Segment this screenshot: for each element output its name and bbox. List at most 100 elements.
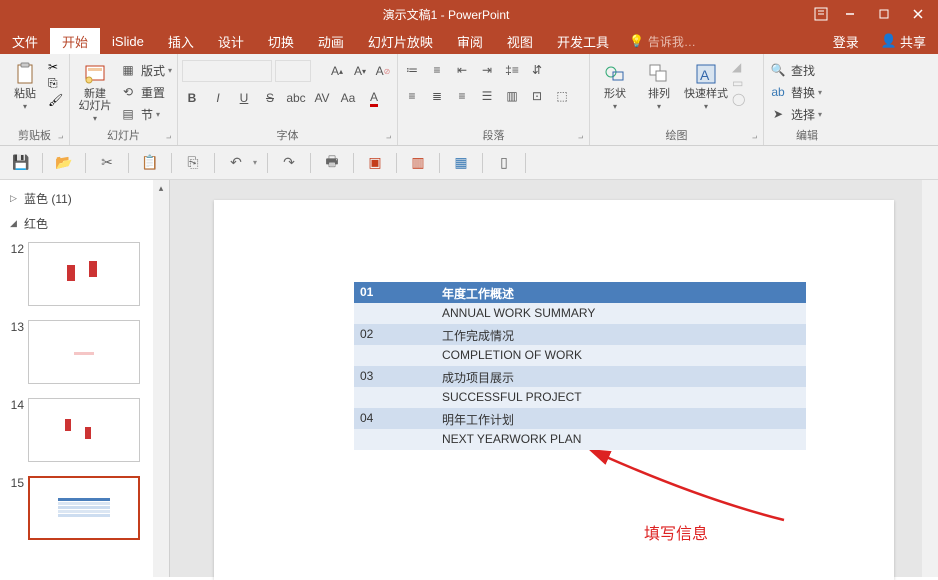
tab-home[interactable]: 开始 bbox=[50, 28, 100, 54]
new-slide-button[interactable]: 新建 幻灯片 ▾ bbox=[74, 60, 116, 125]
save-button[interactable]: 💾 bbox=[10, 152, 32, 174]
line-spacing-button[interactable]: ‡≡ bbox=[502, 60, 522, 80]
group-drawing-label: 绘图 bbox=[594, 125, 759, 145]
layout-icon: ▦ bbox=[118, 60, 138, 80]
canvas-scrollbar[interactable] bbox=[922, 180, 938, 577]
qat-copy-button[interactable]: ⎘ bbox=[182, 152, 204, 174]
clear-format-button[interactable]: A⊘ bbox=[373, 61, 393, 81]
section-button[interactable]: ▤节▾ bbox=[118, 104, 172, 124]
qat-paste-button[interactable]: 📋 bbox=[139, 152, 161, 174]
justify-button[interactable]: ☰ bbox=[477, 86, 497, 106]
section-red[interactable]: ◢红色 bbox=[4, 211, 150, 236]
scroll-up-icon[interactable]: ▴ bbox=[153, 180, 169, 196]
slide-canvas[interactable]: 01年度工作概述 ANNUAL WORK SUMMARY 02工作完成情况 CO… bbox=[214, 200, 894, 580]
shrink-font-button[interactable]: A▾ bbox=[350, 61, 370, 81]
shapes-button[interactable]: 形状▾ bbox=[594, 60, 636, 113]
normal-view-button[interactable]: ▥ bbox=[407, 152, 429, 174]
font-size-select[interactable] bbox=[275, 60, 311, 82]
align-center-button[interactable]: ≣ bbox=[427, 86, 447, 106]
indent-decrease-button[interactable]: ⇤ bbox=[452, 60, 472, 80]
close-button[interactable] bbox=[902, 3, 934, 25]
section-icon: ▤ bbox=[118, 104, 138, 124]
thumbs-scrollbar[interactable]: ▴ bbox=[153, 180, 169, 577]
slide-thumb-12[interactable]: 12 bbox=[6, 242, 148, 306]
from-current-button[interactable]: ▯ bbox=[493, 152, 515, 174]
strike-button[interactable]: S bbox=[260, 88, 280, 108]
layout-button[interactable]: ▦版式▾ bbox=[118, 60, 172, 80]
tell-me-search[interactable]: 💡 告诉我… bbox=[621, 33, 704, 50]
maximize-button[interactable] bbox=[868, 3, 900, 25]
bold-button[interactable]: B bbox=[182, 88, 202, 108]
login-button[interactable]: 登录 bbox=[821, 32, 871, 51]
qat-cut-button[interactable]: ✂ bbox=[96, 152, 118, 174]
share-button[interactable]: 👤 共享 bbox=[875, 32, 932, 51]
quickstyle-button[interactable]: A 快速样式▾ bbox=[682, 60, 730, 113]
undo-button[interactable]: ↶ bbox=[225, 152, 247, 174]
underline-button[interactable]: U bbox=[234, 88, 254, 108]
copy-button[interactable]: ⎘ bbox=[48, 76, 63, 91]
align-left-button[interactable]: ≡ bbox=[402, 86, 422, 106]
paste-button[interactable]: 粘贴 ▾ bbox=[4, 60, 46, 113]
ribbon: 粘贴 ▾ ✂ ⎘ 🖌 剪贴板 新建 幻灯片 ▾ ▦版式▾ ⟲重置 ▤节▾ 幻灯 bbox=[0, 54, 938, 146]
select-button[interactable]: ➤选择▾ bbox=[768, 104, 822, 124]
char-spacing-button[interactable]: AV bbox=[312, 88, 332, 108]
annotation-label: 填写信息 bbox=[644, 520, 708, 544]
tab-islide[interactable]: iSlide bbox=[100, 28, 156, 54]
chevron-down-icon: ◢ bbox=[10, 218, 20, 229]
tab-insert[interactable]: 插入 bbox=[156, 28, 206, 54]
grow-font-button[interactable]: A▴ bbox=[327, 61, 347, 81]
bullets-button[interactable]: ≔ bbox=[402, 60, 422, 80]
tab-review[interactable]: 审阅 bbox=[445, 28, 495, 54]
section-blue[interactable]: ▷蓝色 (11) bbox=[4, 186, 150, 211]
new-slide-icon bbox=[83, 62, 107, 86]
minimize-button[interactable] bbox=[834, 3, 866, 25]
group-paragraph-label: 段落 bbox=[402, 125, 585, 145]
ribbon-options-icon[interactable] bbox=[808, 3, 834, 25]
font-family-select[interactable] bbox=[182, 60, 272, 82]
agenda-table[interactable]: 01年度工作概述 ANNUAL WORK SUMMARY 02工作完成情况 CO… bbox=[354, 282, 806, 450]
change-case-button[interactable]: Aa bbox=[338, 88, 358, 108]
shape-outline-button[interactable]: ▭ bbox=[732, 76, 745, 90]
smartart-button[interactable]: ⬚ bbox=[552, 86, 572, 106]
align-text-button[interactable]: ⊡ bbox=[527, 86, 547, 106]
quick-access-toolbar: 💾 📂 ✂ 📋 ⎘ ↶▾ ↷ 🖶 ▣ ▥ ▦ ▯ bbox=[0, 146, 938, 180]
slide-canvas-area: 01年度工作概述 ANNUAL WORK SUMMARY 02工作完成情况 CO… bbox=[170, 180, 938, 577]
macros-button[interactable]: ▦ bbox=[450, 152, 472, 174]
slide-thumb-13[interactable]: 13 ▬▬ bbox=[6, 320, 148, 384]
tab-animation[interactable]: 动画 bbox=[306, 28, 356, 54]
annotation-arrow-icon bbox=[584, 450, 804, 530]
print-button[interactable]: 🖶 bbox=[321, 152, 343, 174]
tab-slideshow[interactable]: 幻灯片放映 bbox=[356, 28, 445, 54]
text-direction-button[interactable]: ⇵ bbox=[527, 60, 547, 80]
arrange-button[interactable]: 排列▾ bbox=[638, 60, 680, 113]
slide-thumb-15[interactable]: 15 bbox=[6, 476, 148, 540]
tab-design[interactable]: 设计 bbox=[206, 28, 256, 54]
slide-thumb-14[interactable]: 14 bbox=[6, 398, 148, 462]
tab-transition[interactable]: 切换 bbox=[256, 28, 306, 54]
tab-devtools[interactable]: 开发工具 bbox=[545, 28, 621, 54]
copy-icon: ⎘ bbox=[48, 76, 58, 90]
cut-button[interactable]: ✂ bbox=[48, 60, 63, 74]
numbering-button[interactable]: ≡ bbox=[427, 60, 447, 80]
font-color-button[interactable]: A bbox=[364, 88, 384, 108]
replace-button[interactable]: ab替换▾ bbox=[768, 82, 822, 102]
cursor-icon: ➤ bbox=[768, 104, 788, 124]
brush-icon: 🖌 bbox=[48, 93, 63, 107]
shape-fill-button[interactable]: ◢ bbox=[732, 60, 745, 74]
shapes-icon bbox=[603, 62, 627, 86]
reset-button[interactable]: ⟲重置 bbox=[118, 82, 172, 102]
find-button[interactable]: 🔍查找 bbox=[768, 60, 822, 80]
columns-button[interactable]: ▥ bbox=[502, 86, 522, 106]
format-painter-button[interactable]: 🖌 bbox=[48, 93, 63, 107]
shadow-button[interactable]: abc bbox=[286, 88, 306, 108]
tab-view[interactable]: 视图 bbox=[495, 28, 545, 54]
slideshow-button[interactable]: ▣ bbox=[364, 152, 386, 174]
tab-file[interactable]: 文件 bbox=[0, 28, 50, 54]
shape-effects-button[interactable]: ◯ bbox=[732, 92, 745, 106]
redo-button[interactable]: ↷ bbox=[278, 152, 300, 174]
indent-increase-button[interactable]: ⇥ bbox=[477, 60, 497, 80]
title-bar: 演示文稿1 - PowerPoint bbox=[0, 0, 938, 28]
italic-button[interactable]: I bbox=[208, 88, 228, 108]
open-button[interactable]: 📂 bbox=[53, 152, 75, 174]
align-right-button[interactable]: ≡ bbox=[452, 86, 472, 106]
